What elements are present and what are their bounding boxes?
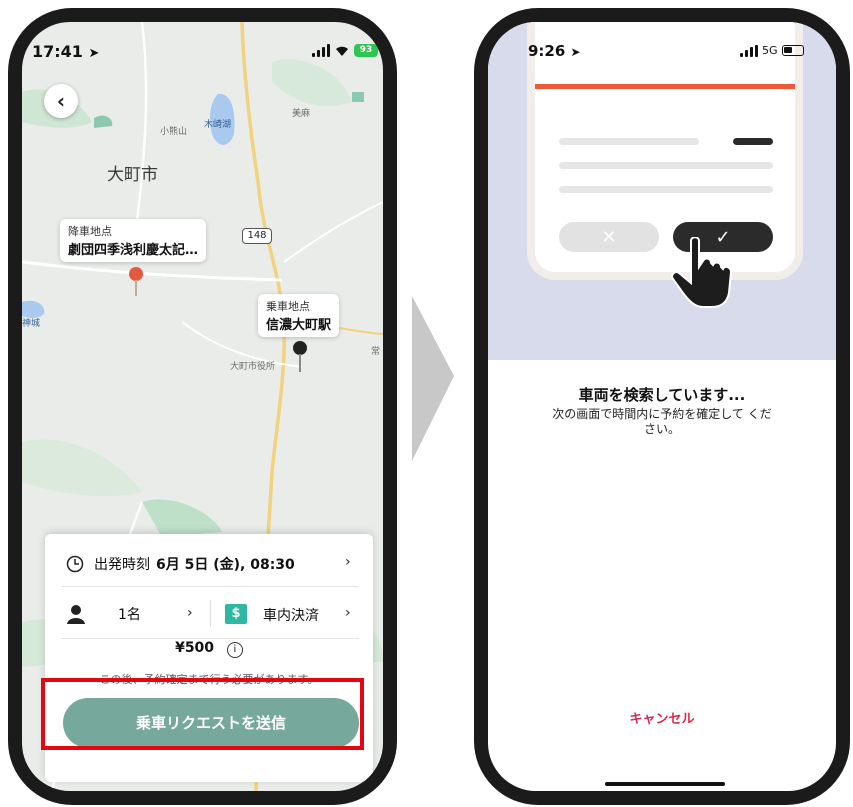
arrow-right-icon — [412, 296, 454, 461]
chevron-right-icon: › — [345, 554, 351, 570]
illustration-phone: ✕ ✓ — [527, 22, 803, 308]
search-title: 車両を検索しています... — [578, 386, 746, 404]
clock-icon — [66, 555, 84, 573]
illustration-line — [559, 162, 773, 169]
fare: ¥500 i — [45, 640, 373, 658]
location-arrow-icon: ➤ — [570, 45, 581, 59]
battery-icon — [781, 45, 804, 56]
route-badge-148: 148 — [242, 228, 272, 244]
pickup-card[interactable]: 乗車地点 信濃大町駅 — [258, 294, 340, 337]
back-icon: ‹ — [56, 89, 66, 113]
illustration-line — [733, 138, 773, 145]
status-icons: 93 — [312, 44, 378, 57]
departure-row[interactable]: 出発時刻 6月 5日 (金), 08:30 › — [45, 554, 373, 574]
location-arrow-icon: ➤ — [88, 46, 100, 61]
person-icon — [67, 605, 85, 624]
map-label-kamishiro: 神城 — [22, 319, 41, 329]
payment-chevron-icon[interactable]: › — [345, 605, 351, 621]
map-label-asa: 美麻 — [292, 109, 311, 119]
pickup-caption: 乗車地点 — [266, 300, 310, 313]
cancel-button[interactable]: キャンセル — [488, 708, 836, 727]
dropoff-card[interactable]: 降車地点 劇団四季浅利慶太記… — [60, 219, 207, 262]
options-row: 1名 › $ 車内決済 › — [45, 600, 373, 626]
divider — [61, 638, 359, 639]
stage: 小熊山 木崎湖 美麻 大町市 大町市役所 神城 常 148 147 降車地点 劇… — [0, 0, 853, 807]
illustration-line — [559, 186, 773, 193]
info-icon[interactable]: i — [226, 642, 243, 658]
close-icon: ✕ — [559, 222, 659, 252]
map-label-ogumayama: 小熊山 — [160, 127, 188, 137]
signal-icon — [740, 44, 758, 57]
status-time: 17:41 ➤ — [32, 42, 99, 61]
right-phone-screen: ✕ ✓ 9:26 ➤ 5G 車両を検索しています... 次の画面で時間内に予約を… — [488, 22, 836, 791]
hand-pointer-icon — [671, 237, 733, 308]
illustration-line — [559, 138, 699, 145]
departure-label: 出発時刻 — [94, 557, 150, 573]
city-label: 大町市 — [107, 165, 158, 185]
status-time-text: 9:26 — [528, 42, 566, 60]
passenger-count[interactable]: 1名 — [118, 604, 141, 624]
fare-amount: ¥500 — [175, 640, 215, 656]
network-label: 5G — [762, 44, 778, 57]
battery-icon: 93 — [354, 44, 378, 57]
pickup-pin-icon — [293, 341, 307, 372]
map-label-city-hall: 大町市役所 — [230, 362, 276, 372]
back-button[interactable]: ‹ — [44, 84, 78, 118]
status-icons: 5G — [740, 44, 804, 57]
home-indicator[interactable] — [605, 782, 725, 786]
highlight-box — [41, 678, 364, 750]
options-separator — [210, 600, 211, 626]
departure-value: 6月 5日 (金), 08:30 — [156, 557, 295, 573]
map-label-edge: 常 — [371, 347, 381, 357]
dropoff-name: 劇団四季浅利慶太記… — [68, 243, 199, 258]
status-time-text: 17:41 — [32, 42, 83, 61]
pickup-name: 信濃大町駅 — [266, 318, 332, 333]
wifi-icon — [336, 46, 348, 56]
divider — [61, 586, 359, 587]
right-phone-frame: ✕ ✓ 9:26 ➤ 5G 車両を検索しています... 次の画面で時間内に予約を… — [474, 8, 850, 805]
signal-icon — [312, 44, 330, 57]
payment-method[interactable]: 車内決済 — [263, 605, 319, 625]
dropoff-pin-icon — [129, 267, 143, 296]
search-subtitle: 次の画面で時間内に予約を確定して ください。 — [552, 407, 772, 436]
illustration-accent-bar — [535, 84, 795, 89]
status-time: 9:26 ➤ — [528, 42, 581, 60]
passenger-chevron-icon[interactable]: › — [187, 605, 193, 621]
dollar-icon: $ — [225, 604, 247, 624]
left-phone-screen: 小熊山 木崎湖 美麻 大町市 大町市役所 神城 常 148 147 降車地点 劇… — [22, 22, 383, 791]
lake-label: 木崎湖 — [204, 120, 232, 130]
dropoff-caption: 降車地点 — [68, 225, 112, 238]
